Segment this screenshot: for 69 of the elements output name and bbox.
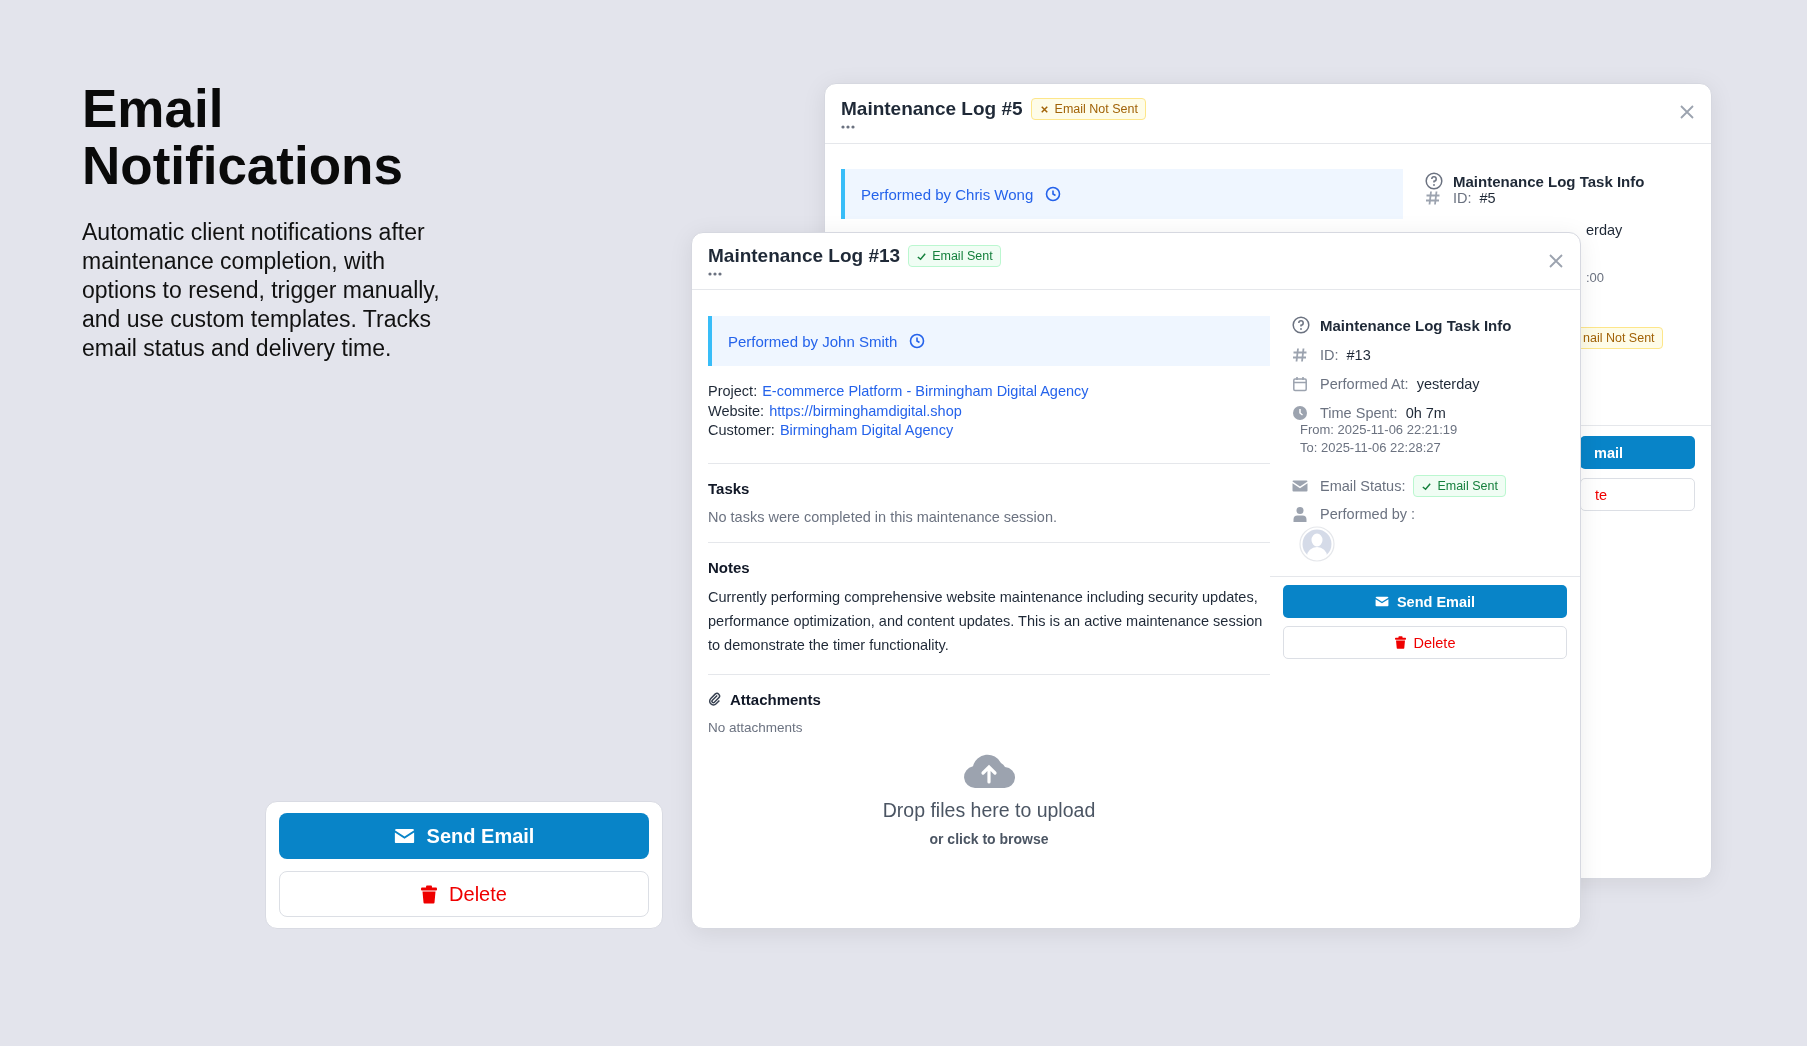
browse-hint[interactable]: or click to browse xyxy=(929,830,1049,847)
field-value: #13 xyxy=(1346,347,1371,363)
time-text: From: 2025-11-06 22:21:19 xyxy=(1300,421,1459,439)
upload-prompt: Drop files here to upload xyxy=(882,798,1096,822)
send-email-button[interactable]: mail xyxy=(1580,436,1695,469)
trash-icon xyxy=(421,884,438,904)
envelope-icon xyxy=(1292,478,1308,494)
envelope-icon xyxy=(1374,596,1389,607)
modal-title: Maintenance Log #5 xyxy=(841,98,1023,120)
clock-icon xyxy=(1045,186,1062,202)
check-icon xyxy=(916,250,928,262)
time-text: :00 xyxy=(1586,270,1606,285)
delete-button[interactable]: te xyxy=(1580,478,1695,511)
clock-icon xyxy=(1292,405,1308,421)
field-value: erday xyxy=(1586,222,1624,238)
field-label: Performed At: xyxy=(1320,376,1409,392)
calendar-icon xyxy=(1292,376,1308,392)
person-icon xyxy=(1292,506,1308,522)
page-description: Automatic client notifications after maintenance completion, with options to resend, trigger manually, and use custom templates. Tracks email status and delivery time. xyxy=(82,218,441,363)
detail-link[interactable]: https://birminghamdigital.shop xyxy=(769,401,962,421)
check-icon xyxy=(1421,480,1433,492)
close-icon[interactable] xyxy=(1548,253,1564,269)
section-heading: Attachments xyxy=(730,690,821,708)
field-label: Project: xyxy=(708,382,758,401)
detail-link[interactable]: Birmingham Digital Agency xyxy=(779,421,954,441)
field-label: Customer: xyxy=(708,421,775,440)
paperclip-icon xyxy=(708,692,722,706)
field-label: Email Status: xyxy=(1320,478,1406,494)
avatar xyxy=(1299,526,1335,562)
close-icon[interactable] xyxy=(1679,104,1695,120)
delete-button[interactable]: Delete xyxy=(279,871,649,917)
field-value: yesterday xyxy=(1416,376,1480,392)
x-icon xyxy=(1038,103,1050,115)
field-value: #5 xyxy=(1479,190,1496,206)
section-heading: Tasks xyxy=(708,479,751,497)
section-heading: Notes xyxy=(708,558,751,576)
section-title: Maintenance Log Task Info xyxy=(1453,172,1645,190)
modal-title: Maintenance Log #13 xyxy=(708,245,901,267)
page-title: Email Notifications xyxy=(82,80,404,194)
section-title: Maintenance Log Task Info xyxy=(1320,316,1512,334)
field-label: Time Spent: xyxy=(1320,405,1398,421)
envelope-icon xyxy=(393,828,415,844)
status-badge: Email Not Sent xyxy=(1030,98,1146,120)
send-email-button[interactable]: Send Email xyxy=(1283,585,1567,618)
help-icon xyxy=(1292,316,1310,334)
help-icon xyxy=(1425,172,1443,190)
hash-icon xyxy=(1292,347,1308,363)
status-badge: Email Sent xyxy=(908,245,1001,267)
cloud-upload-icon[interactable] xyxy=(963,752,1015,789)
delete-button[interactable]: Delete xyxy=(1283,626,1567,659)
field-label: Performed by : xyxy=(1320,506,1416,522)
more-icon[interactable] xyxy=(841,125,855,129)
performed-by-text: Performed by Chris Wong xyxy=(861,185,1034,203)
field-label: Website: xyxy=(708,401,765,421)
hash-icon xyxy=(1425,190,1441,206)
more-icon[interactable] xyxy=(708,272,722,276)
empty-message: No attachments xyxy=(708,719,804,735)
detail-link[interactable]: E-commerce Platform - Birmingham Digital Agency xyxy=(762,382,1089,402)
field-label: ID: xyxy=(1320,347,1339,363)
trash-icon xyxy=(1394,636,1406,649)
time-text: To: 2025-11-06 22:28:27 xyxy=(1300,439,1442,457)
performed-by-text: Performed by John Smith xyxy=(728,332,898,350)
send-email-button[interactable]: Send Email xyxy=(279,813,649,859)
field-value: 0h 7m xyxy=(1405,405,1446,421)
notes-text: Currently performing comprehensive website maintenance including security updates, performance optimization, and content updates. This is an active maintenance session to demonstrate the timer functionality. xyxy=(708,587,1264,655)
status-badge: Email Sent xyxy=(1413,475,1506,497)
clock-icon xyxy=(909,333,926,349)
field-label: ID: xyxy=(1453,190,1472,206)
empty-message: No tasks were completed in this maintenance session. xyxy=(708,508,1058,525)
